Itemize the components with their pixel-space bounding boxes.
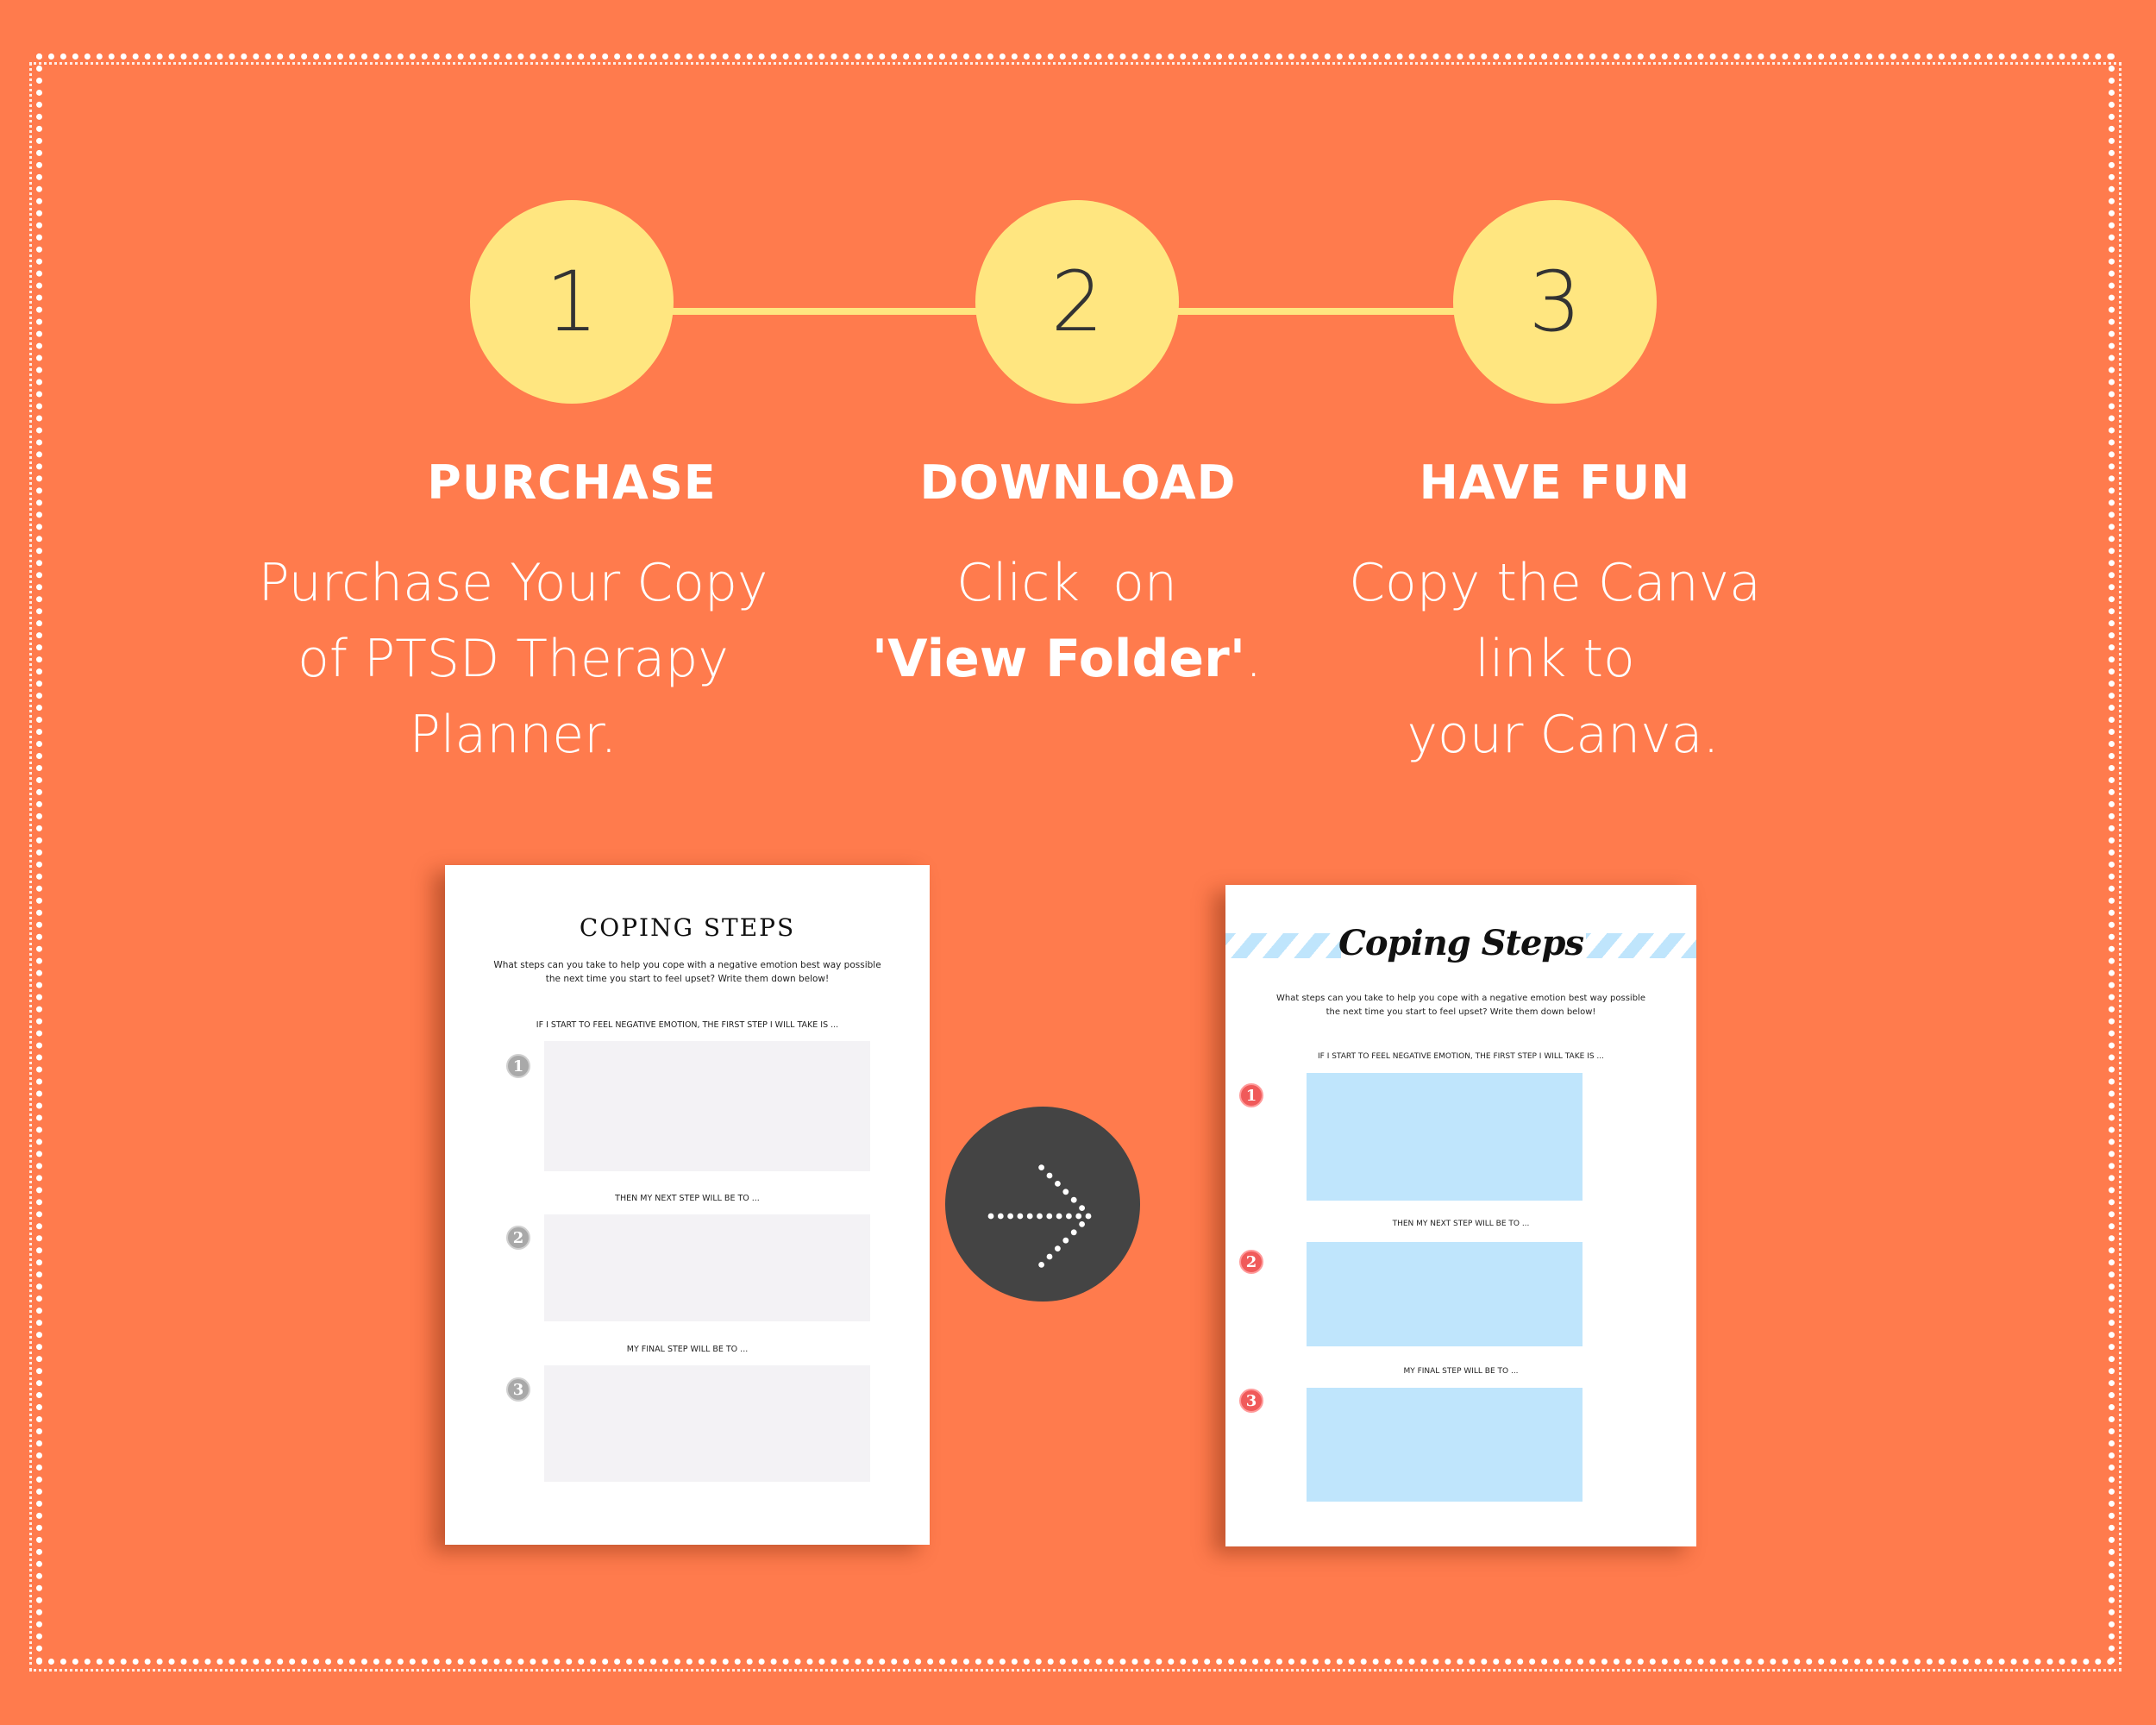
next-arrow-button [945,1107,1140,1302]
step-3-line: Copy the Canva [1349,553,1761,613]
arrow-dot [1079,1221,1085,1227]
card-after-answer-box-1 [1307,1073,1583,1201]
description-line: What steps can you take to help you cope… [493,960,881,970]
arrow-dot [1038,1164,1044,1170]
arrow-dot [987,1213,994,1220]
arrow-dot [1007,1213,1013,1220]
card-after-prompt-3: MY FINAL STEP WILL BE TO ... [1403,1367,1519,1376]
card-before-answer-box-3 [544,1365,870,1482]
number-badge-2-icon: 2 [1239,1250,1263,1274]
step-3-number: 3 [1528,254,1582,350]
card-before-prompt-3: MY FINAL STEP WILL BE TO ... [626,1345,749,1354]
card-before-title: COPING STEPS [579,913,796,942]
step-3-circle: 3 [1453,200,1657,404]
step-3-title: HAVE FUN [1419,455,1691,510]
arrow-dot [1017,1213,1024,1220]
arrow-dot [1085,1213,1092,1220]
arrow-dot [1055,1181,1061,1187]
description-line: the next time you start to feel upset? W… [545,974,830,984]
arrow-dot [1046,1253,1053,1260]
dotted-right-arrow-icon [987,1164,1092,1268]
template-preview-after: Coping Steps What steps can you take to … [1225,885,1696,1546]
arrow-dot [1075,1213,1082,1220]
arrow-dot [1038,1262,1044,1268]
card-before-prompt-1: IF I START TO FEEL NEGATIVE EMOTION, THE… [536,1020,839,1030]
description-line: the next time you start to feel upset? W… [1326,1007,1596,1017]
step-1-number: 1 [545,254,599,350]
arrow-dot [1070,1229,1077,1236]
arrow-dot [1056,1213,1062,1220]
card-after-prompt-1: IF I START TO FEEL NEGATIVE EMOTION, THE… [1318,1052,1604,1061]
description-line: What steps can you take to help you cope… [1276,994,1645,1003]
arrow-dot [1037,1213,1043,1220]
step-2-circle: 2 [975,200,1179,404]
card-after-answer-box-2 [1307,1242,1583,1346]
step-1-line: Purchase Your Copy [258,553,768,613]
step-1-title: PURCHASE [427,455,717,510]
card-before-prompt-2: THEN MY NEXT STEP WILL BE TO ... [615,1194,760,1203]
arrow-dot [1062,1189,1069,1195]
arrow-dot [1046,1213,1053,1220]
step-2-line-2: 'View Folder'. [791,621,1343,697]
card-after-description: What steps can you take to help you cope… [1225,992,1696,1019]
arrow-dot [1055,1245,1061,1251]
card-after-answer-box-3 [1307,1388,1583,1502]
arrow-dot [1066,1213,1072,1220]
card-after-prompt-2: THEN MY NEXT STEP WILL BE TO ... [1392,1220,1530,1228]
step-2-description: Click on 'View Folder'. [791,545,1343,697]
template-preview-before: COPING STEPS What steps can you take to … [445,865,930,1545]
number-badge-3-icon: 3 [506,1377,530,1402]
arrow-dot [1062,1237,1069,1244]
step-3-line: your Canva. [1390,705,1720,765]
step-2-suffix: . [1245,629,1263,689]
arrow-dot [997,1213,1004,1220]
arrow-dot [1046,1172,1053,1179]
step-1-line: Planner. [409,705,617,765]
step-2-title: DOWNLOAD [919,455,1237,510]
card-after-title: Coping Steps [1338,923,1584,963]
card-before-answer-box-1 [544,1041,870,1171]
card-before-answer-box-2 [544,1214,870,1321]
step-3-line: link to [1475,629,1635,689]
step-2-line: Click on [956,553,1177,613]
number-badge-3-icon: 3 [1239,1389,1263,1413]
step-1-description: Purchase Your Copy of PTSD Therapy Plann… [237,545,789,773]
view-folder-text: 'View Folder' [871,629,1246,689]
step-3-description: Copy the Canva link to your Canva. [1279,545,1831,773]
card-before-description: What steps can you take to help you cope… [445,958,930,986]
number-badge-1-icon: 1 [1239,1083,1263,1107]
arrow-dot [1079,1205,1085,1211]
number-badge-2-icon: 2 [506,1226,530,1250]
number-badge-1-icon: 1 [506,1054,530,1078]
step-2-number: 2 [1050,254,1104,350]
step-1-line: of PTSD Therapy [298,629,729,689]
step-1-circle: 1 [470,200,674,404]
arrow-dot [1070,1196,1077,1203]
arrow-dot [1026,1213,1033,1220]
